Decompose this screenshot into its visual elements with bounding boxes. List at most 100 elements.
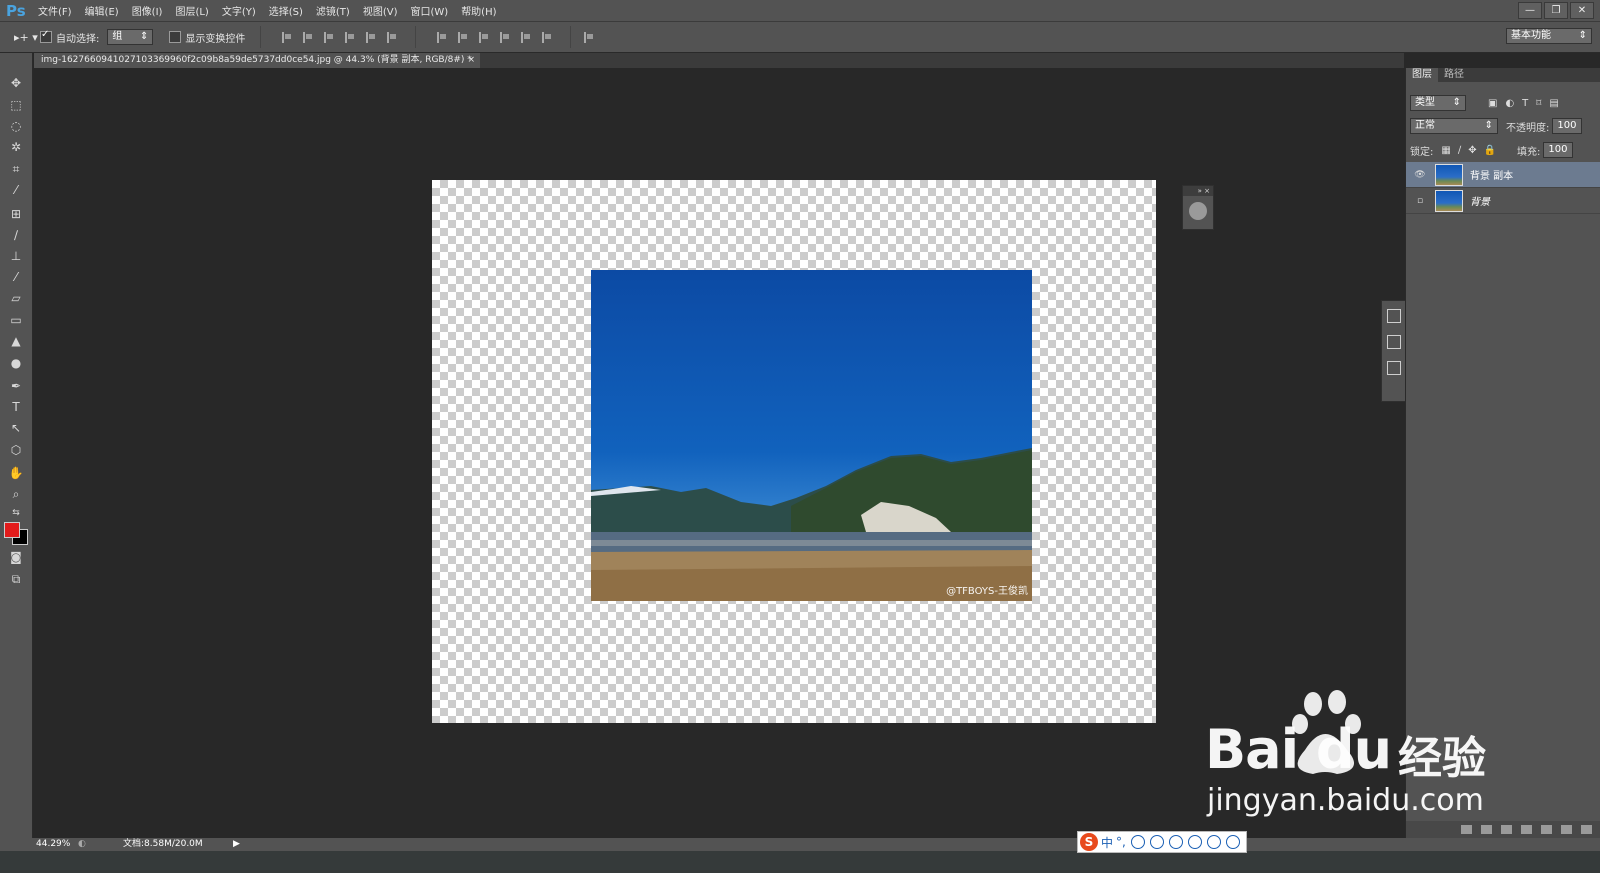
dodge-tool-icon[interactable]: ● [7, 355, 25, 371]
menu-file[interactable]: 文件(F) [38, 3, 72, 18]
link-icon[interactable] [1461, 825, 1472, 834]
distribute-hcenter-icon[interactable] [521, 31, 533, 43]
workspace-dropdown[interactable]: 基本功能 ⇕ [1506, 28, 1592, 44]
layer-row[interactable]: 👁 背景 副本 [1406, 162, 1600, 188]
eraser-tool-icon[interactable]: ▱ [7, 290, 25, 306]
opacity-input[interactable]: 100 [1552, 118, 1583, 134]
swap-colors-icon[interactable]: ⇆ [7, 505, 25, 521]
fill-input[interactable]: 100 [1543, 142, 1574, 158]
tools-icon[interactable] [1187, 835, 1202, 849]
ime-punctuation[interactable]: °, [1116, 835, 1126, 849]
align-bottom-icon[interactable] [324, 31, 336, 43]
hand-tool-icon[interactable]: ✋ [7, 465, 25, 481]
ime-toolbar[interactable]: S 中 °, [1077, 831, 1247, 853]
align-left-icon[interactable] [345, 31, 357, 43]
menu-window[interactable]: 窗口(W) [410, 3, 448, 18]
baidu-brand: Bai du [1205, 718, 1392, 781]
apps-icon[interactable] [1225, 835, 1240, 849]
blend-mode-value: 正常 [1415, 120, 1435, 131]
trash-icon[interactable] [1581, 825, 1592, 834]
pen-tool-icon[interactable]: ✒ [7, 378, 25, 394]
menu-select[interactable]: 选择(S) [269, 3, 303, 18]
healing-brush-tool-icon[interactable]: ⊞ [7, 206, 25, 222]
foreground-color-swatch[interactable] [4, 522, 20, 538]
new-layer-icon[interactable] [1561, 825, 1572, 834]
tool-presets-icon[interactable] [1387, 361, 1401, 375]
distribute-top-icon[interactable] [437, 31, 449, 43]
mask-icon[interactable] [1501, 825, 1512, 834]
move-tool-icon[interactable]: ✥ [7, 75, 25, 91]
layers-panel-tabs: 图层 路径 [1406, 68, 1600, 82]
marquee-tool-icon[interactable]: ⬚ [7, 97, 25, 113]
distribute-left-icon[interactable] [500, 31, 512, 43]
shape-tool-icon[interactable]: ⬡ [7, 442, 25, 458]
move-tool-preset-icon[interactable]: ▸+ ▾ [0, 31, 40, 44]
keyboard-icon[interactable] [1168, 835, 1183, 849]
type-tool-icon[interactable]: T [7, 399, 25, 415]
zoom-level[interactable]: 44.29% [36, 838, 70, 851]
crop-tool-icon[interactable]: ⌗ [7, 161, 25, 177]
lock-icons[interactable]: ▦∕✥🔒 [1441, 145, 1503, 156]
filter-kind-value: 类型 [1415, 97, 1435, 108]
menu-filter[interactable]: 滤镜(T) [316, 3, 350, 18]
path-selection-tool-icon[interactable]: ↖ [7, 420, 25, 436]
screen-mode-icon[interactable]: ⧉ [7, 571, 25, 587]
microphone-icon[interactable] [1149, 835, 1164, 849]
menu-image[interactable]: 图像(I) [132, 3, 163, 18]
sogou-logo-icon[interactable]: S [1080, 833, 1098, 851]
filter-kind-dropdown[interactable]: 类型 ⇕ [1410, 95, 1466, 111]
align-vcenter-icon[interactable] [303, 31, 315, 43]
eye-icon[interactable]: 👁 [1414, 170, 1426, 180]
floating-panel[interactable]: » × [1182, 185, 1214, 230]
history-brush-tool-icon[interactable]: ⁄ [7, 269, 25, 285]
layer-row[interactable]: ▫ 背景 [1406, 188, 1600, 214]
adjustment-icon[interactable] [1521, 825, 1532, 834]
folder-icon[interactable] [1541, 825, 1552, 834]
menu-type[interactable]: 文字(Y) [222, 3, 256, 18]
landscape-photo-layer[interactable]: @TFBOYS-王俊凯 [591, 270, 1032, 601]
blend-mode-dropdown[interactable]: 正常 ⇕ [1410, 118, 1498, 134]
color-panel-icon[interactable] [1189, 202, 1207, 220]
ime-language[interactable]: 中 [1101, 834, 1113, 851]
menu-help[interactable]: 帮助(H) [461, 3, 496, 18]
zoom-tool-icon[interactable]: ⌕ [7, 486, 25, 502]
status-menu-arrow-icon[interactable]: ▶ [233, 838, 240, 851]
distribute-bottom-icon[interactable] [479, 31, 491, 43]
notes-panel-icon[interactable] [1387, 335, 1401, 349]
brush-tool-icon[interactable]: ∕ [7, 227, 25, 243]
document-tab[interactable]: img-16276609410271033699­60f2c09b8a59de5… [34, 53, 480, 68]
filter-icons[interactable]: ▣◐T⌑▤ [1488, 98, 1567, 109]
minimize-button[interactable]: — [1518, 2, 1542, 19]
layer-name: 背景 副本 [1470, 171, 1514, 182]
visibility-toggle-icon[interactable]: ▫ [1414, 196, 1426, 206]
fx-icon[interactable] [1481, 825, 1492, 834]
quick-mask-icon[interactable]: ◙ [7, 549, 25, 565]
skin-icon[interactable] [1206, 835, 1221, 849]
tab-paths[interactable]: 路径 [1438, 68, 1470, 82]
blur-tool-icon[interactable]: ▲ [7, 333, 25, 349]
magic-wand-tool-icon[interactable]: ✲ [7, 139, 25, 155]
emoji-icon[interactable] [1130, 835, 1145, 849]
auto-select-dropdown[interactable]: 组 ⇕ [107, 29, 154, 45]
gradient-tool-icon[interactable]: ▭ [7, 312, 25, 328]
clone-stamp-tool-icon[interactable]: ⊥ [7, 248, 25, 264]
menu-view[interactable]: 视图(V) [363, 3, 398, 18]
auto-align-icon[interactable] [584, 31, 596, 43]
layers-footer [1406, 821, 1600, 838]
menu-layer[interactable]: 图层(L) [175, 3, 208, 18]
distribute-right-icon[interactable] [542, 31, 554, 43]
eyedropper-tool-icon[interactable]: ⁄ [7, 182, 25, 198]
tab-layers[interactable]: 图层 [1406, 68, 1438, 82]
lasso-tool-icon[interactable]: ◌ [7, 118, 25, 134]
align-right-icon[interactable] [387, 31, 399, 43]
show-transform-checkbox[interactable] [169, 31, 182, 43]
align-top-icon[interactable] [282, 31, 294, 43]
auto-select-checkbox[interactable] [40, 29, 52, 43]
distribute-vcenter-icon[interactable] [458, 31, 470, 43]
properties-panel-icon[interactable] [1387, 309, 1401, 323]
restore-button[interactable]: ❐ [1544, 2, 1568, 19]
close-button[interactable]: ✕ [1570, 2, 1594, 19]
close-tab-icon[interactable]: × [467, 53, 475, 68]
align-hcenter-icon[interactable] [366, 31, 378, 43]
menu-edit[interactable]: 编辑(E) [85, 3, 119, 18]
